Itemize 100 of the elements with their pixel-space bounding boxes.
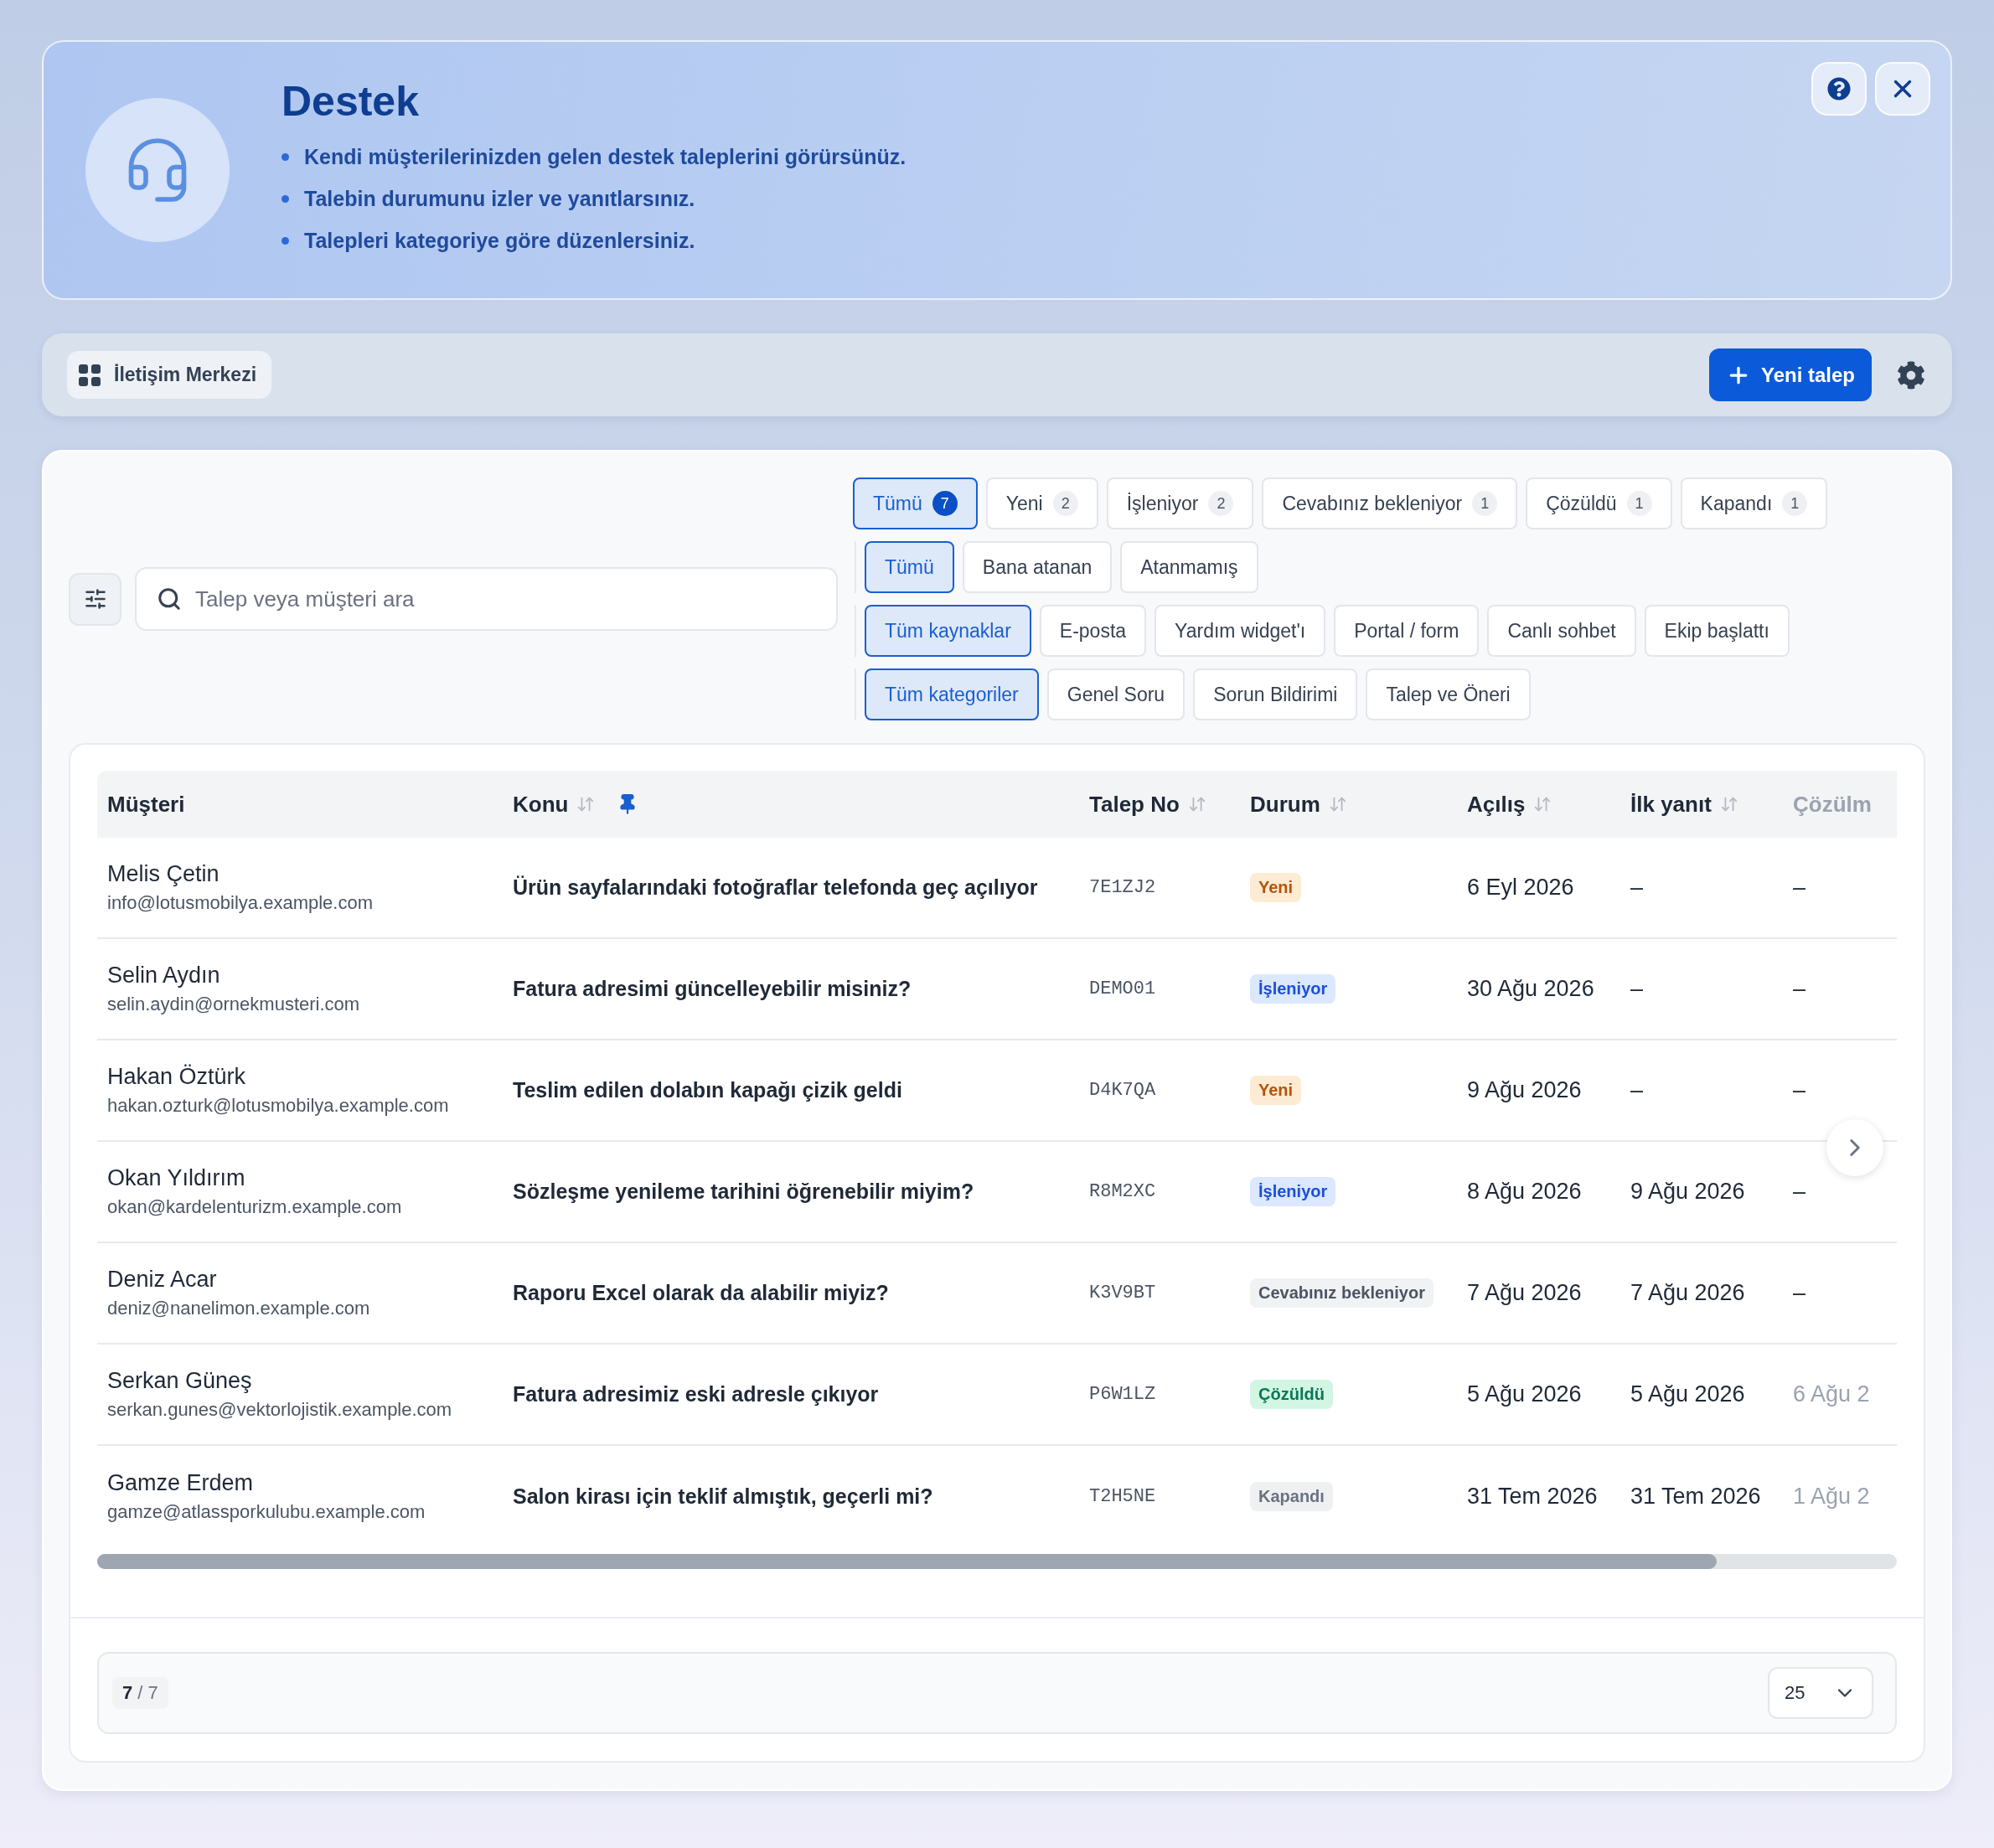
sort-icon[interactable]: [1328, 795, 1347, 813]
ticket-subject[interactable]: Sözleşme yenileme tarihini öğrenebilir miyim?: [513, 1180, 1079, 1204]
column-header[interactable]: Talep No: [1089, 791, 1180, 818]
status-badge: Yeni: [1250, 873, 1302, 902]
status-badge: İşleniyor: [1250, 1177, 1336, 1206]
ticket-number: D4K7QA: [1089, 1080, 1157, 1101]
count-badge: 2: [1052, 491, 1078, 516]
horizontal-scrollbar[interactable]: [97, 1554, 1897, 1569]
sort-icon[interactable]: [1187, 795, 1206, 813]
ticket-subject[interactable]: Fatura adresimiz eski adresle çıkıyor: [513, 1382, 1079, 1407]
count-badge: 1: [1626, 491, 1652, 516]
filter-chip[interactable]: Atanmamış: [1120, 541, 1258, 593]
filter-chip[interactable]: Sorun Bildirimi: [1193, 668, 1358, 720]
first-reply-date: 31 Tem 2026: [1630, 1484, 1762, 1510]
search-input[interactable]: Talep veya müşteri ara: [194, 585, 816, 613]
sort-icon[interactable]: [1533, 795, 1552, 813]
filter-chip[interactable]: Bana atanan: [962, 541, 1113, 593]
filter-chip[interactable]: E-posta: [1039, 605, 1147, 657]
customer-name: Deniz Acar: [107, 1267, 218, 1293]
new-ticket-button[interactable]: Yeni talep: [1708, 348, 1872, 401]
ticket-number: T2H5NE: [1089, 1486, 1157, 1507]
filter-chip[interactable]: Canlı sohbet: [1487, 605, 1636, 657]
close-button[interactable]: [1875, 62, 1930, 116]
customer-email: hakan.ozturk@lotusmobilya.example.com: [107, 1095, 450, 1117]
filter-button[interactable]: [69, 572, 121, 626]
ticket-number: DEMO01: [1089, 978, 1157, 999]
opened-date: 9 Ağu 2026: [1467, 1077, 1583, 1103]
grid-icon: [79, 364, 101, 386]
column-header[interactable]: İlk yanıt: [1630, 791, 1712, 818]
column-header[interactable]: Konu: [513, 791, 569, 818]
customer-email: okan@kardelenturizm.example.com: [107, 1196, 403, 1218]
filter-chip[interactable]: Tümü: [865, 541, 954, 593]
count-badge: 2: [1208, 491, 1234, 516]
resolved-date: –: [1793, 1179, 1807, 1205]
resolved-date: –: [1793, 1077, 1807, 1103]
scroll-right-button[interactable]: [1826, 1119, 1883, 1176]
filter-chip[interactable]: İşleniyor 2: [1106, 477, 1254, 529]
ticket-subject[interactable]: Salon kirası için teklif almıştık, geçerli mi?: [513, 1484, 1079, 1509]
customer-email: serkan.gunes@vektorlojistik.example.com: [107, 1399, 453, 1421]
customer-name: Selin Aydın: [107, 963, 221, 989]
filter-chip[interactable]: Genel Soru: [1046, 668, 1186, 720]
first-reply-date: 7 Ağu 2026: [1630, 1280, 1746, 1306]
ticket-subject[interactable]: Teslim edilen dolabın kapağı çizik geldi: [513, 1078, 1079, 1102]
resolved-date: 6 Ağu 2: [1793, 1381, 1871, 1407]
ticket-subject[interactable]: Ürün sayfalarındaki fotoğraflar telefonda geç açılıyor: [513, 875, 1079, 900]
settings-button[interactable]: [1897, 360, 1925, 390]
first-reply-date: –: [1630, 976, 1645, 1002]
customer-name: Melis Çetin: [107, 861, 220, 887]
ticket-number: R8M2XC: [1089, 1181, 1157, 1202]
first-reply-date: –: [1630, 875, 1645, 901]
filter-chip[interactable]: Çözüldü 1: [1526, 477, 1672, 529]
first-reply-date: 5 Ağu 2026: [1630, 1381, 1746, 1407]
first-reply-date: 9 Ağu 2026: [1630, 1179, 1746, 1205]
opened-date: 8 Ağu 2026: [1467, 1179, 1583, 1205]
opened-date: 31 Tem 2026: [1467, 1484, 1599, 1510]
customer-email: selin.aydin@ornekmusteri.com: [107, 994, 361, 1015]
search-field[interactable]: Talep veya müşteri ara: [135, 567, 838, 631]
filter-chip[interactable]: Tüm kaynaklar: [865, 605, 1031, 657]
ticket-number: P6W1LZ: [1089, 1384, 1157, 1405]
resolved-date: –: [1793, 1280, 1807, 1306]
customer-name: Gamze Erdem: [107, 1470, 255, 1496]
opened-date: 5 Ağu 2026: [1467, 1381, 1583, 1407]
bullet-icon: [282, 194, 289, 203]
count-badge: 1: [1472, 491, 1498, 516]
column-header[interactable]: Müşteri: [107, 791, 185, 818]
sort-icon[interactable]: [1719, 795, 1738, 813]
status-badge: İşleniyor: [1250, 974, 1336, 1004]
settings-icon: [1897, 360, 1925, 390]
filter-chip[interactable]: Ekip başlattı: [1644, 605, 1790, 657]
ticket-subject[interactable]: Raporu Excel olarak da alabilir miyiz?: [513, 1281, 1079, 1305]
filter-chip[interactable]: Portal / form: [1334, 605, 1480, 657]
feature-text: Talebin durumunu izler ve yanıtlarsınız.: [304, 186, 695, 211]
filter-chip[interactable]: Tüm kategoriler: [865, 668, 1039, 720]
filter-chip[interactable]: Tümü 7: [853, 477, 978, 529]
filter-chip[interactable]: Yardım widget'ı: [1155, 605, 1326, 657]
feature-text: Talepleri kategoriye göre düzenlersiniz.: [304, 228, 695, 253]
count-badge: 7: [932, 491, 958, 516]
sort-icon[interactable]: [576, 795, 596, 813]
status-badge: Cevabınız bekleniyor: [1250, 1278, 1434, 1308]
customer-email: deniz@nanelimon.example.com: [107, 1298, 371, 1319]
count-badge: 1: [1782, 491, 1808, 516]
filter-chip[interactable]: Talep ve Öneri: [1366, 668, 1531, 720]
filter-chip[interactable]: Kapandı 1: [1680, 477, 1828, 529]
opened-date: 6 Eyl 2026: [1467, 875, 1575, 901]
sliders-icon: [83, 587, 107, 611]
ticket-number: 7E1ZJ2: [1089, 877, 1157, 898]
customer-name: Hakan Öztürk: [107, 1064, 247, 1090]
filter-chip[interactable]: Cevabınız bekleniyor 1: [1262, 477, 1518, 529]
filter-chip[interactable]: Yeni 2: [985, 477, 1098, 529]
ticket-subject[interactable]: Fatura adresimi güncelleyebilir misiniz?: [513, 977, 1079, 1001]
help-button[interactable]: [1811, 62, 1867, 116]
resolved-date: –: [1793, 976, 1807, 1002]
column-header[interactable]: Açılış: [1467, 791, 1526, 818]
column-header[interactable]: Durum: [1250, 791, 1320, 818]
search-icon: [157, 586, 182, 612]
page-size-select[interactable]: 25: [1768, 1667, 1873, 1719]
module-chip[interactable]: İletişim Merkezi: [67, 351, 272, 399]
status-badge: Yeni: [1250, 1076, 1302, 1105]
bullet-icon: [282, 236, 289, 245]
help-icon: [1827, 77, 1851, 101]
